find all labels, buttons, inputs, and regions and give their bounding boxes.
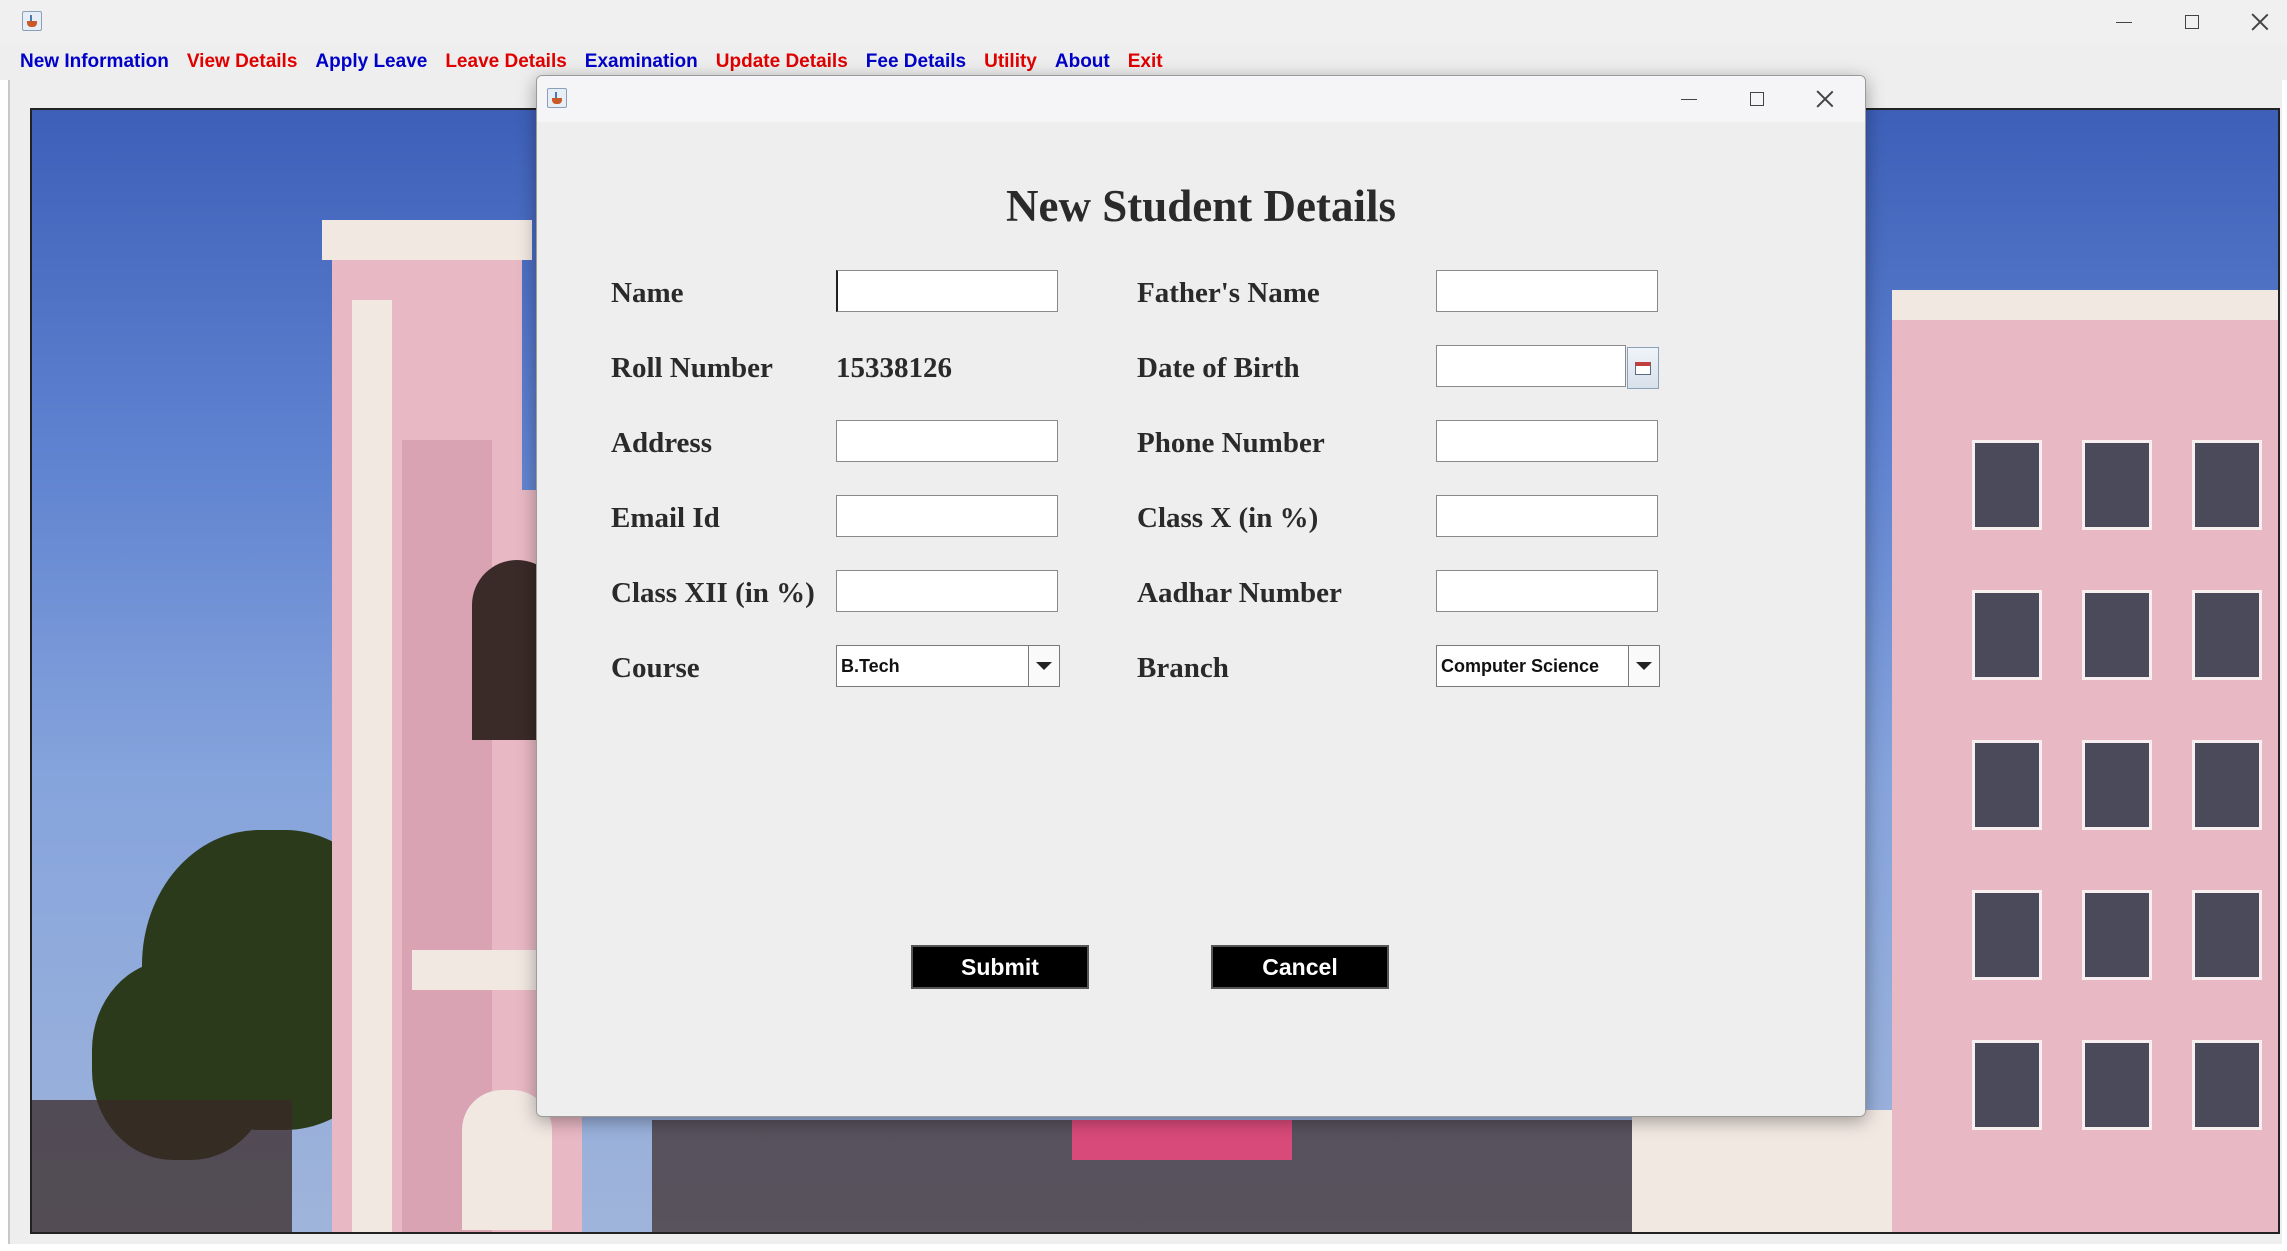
dialog-close-button[interactable] [1791,76,1859,122]
course-selected-value: B.Tech [841,656,900,676]
submit-button[interactable]: Submit [911,945,1089,989]
minimize-button[interactable] [2090,0,2158,44]
branch-dropdown-arrow[interactable] [1628,646,1659,686]
form-title: New Student Details [1006,181,1396,231]
name-label: Name [611,277,684,309]
aadhar-number-label: Aadhar Number [1137,577,1342,609]
maximize-button[interactable] [2158,0,2226,44]
branch-dropdown[interactable]: Computer Science [1436,645,1660,687]
calendar-button[interactable] [1627,347,1659,389]
close-icon [2251,13,2269,31]
chevron-down-icon [1036,662,1052,670]
dialog-body: New Student Details Name Father's Name R… [537,122,1865,1116]
address-field[interactable] [836,420,1058,462]
menu-apply-leave[interactable]: Apply Leave [315,51,427,73]
maximize-icon [2185,15,2199,29]
branch-selected-value: Computer Science [1441,656,1600,676]
name-field[interactable] [836,270,1058,312]
chevron-down-icon [1636,662,1652,670]
calendar-icon [1635,361,1651,375]
menu-new-information[interactable]: New Information [20,51,169,73]
java-app-icon [22,11,42,31]
maximize-icon [1750,92,1764,106]
dialog-titlebar [537,76,1865,122]
class-xii-label: Class XII (in %) [611,577,815,609]
close-button[interactable] [2226,0,2287,44]
menu-about[interactable]: About [1055,51,1110,73]
class-x-field[interactable] [1436,495,1658,537]
fathers-name-label: Father's Name [1137,277,1320,309]
fathers-name-field[interactable] [1436,270,1658,312]
new-student-dialog: New Student Details Name Father's Name R… [536,75,1866,1117]
roll-number-label: Roll Number [611,352,773,384]
phone-number-field[interactable] [1436,420,1658,462]
date-of-birth-field[interactable] [1436,345,1626,387]
branch-label: Branch [1137,652,1229,684]
minimize-icon [1681,98,1697,100]
minimize-icon [2116,21,2132,23]
aadhar-number-field[interactable] [1436,570,1658,612]
course-dropdown-arrow[interactable] [1028,646,1059,686]
address-label: Address [611,427,712,459]
main-window-titlebar [0,0,2287,45]
email-id-label: Email Id [611,502,720,534]
menu-view-details[interactable]: View Details [187,51,298,73]
class-xii-field[interactable] [836,570,1058,612]
dialog-maximize-button[interactable] [1723,76,1791,122]
menu-update-details[interactable]: Update Details [716,51,848,73]
date-of-birth-label: Date of Birth [1137,352,1300,384]
course-dropdown[interactable]: B.Tech [836,645,1060,687]
close-icon [1816,90,1834,108]
roll-number-value: 15338126 [836,352,952,384]
java-app-icon [547,88,567,108]
class-x-label: Class X (in %) [1137,502,1319,534]
phone-number-label: Phone Number [1137,427,1325,459]
menu-exit[interactable]: Exit [1128,51,1163,73]
menu-leave-details[interactable]: Leave Details [445,51,566,73]
menu-utility[interactable]: Utility [984,51,1037,73]
menu-fee-details[interactable]: Fee Details [866,51,966,73]
dialog-minimize-button[interactable] [1655,76,1723,122]
menu-examination[interactable]: Examination [585,51,698,73]
course-label: Course [611,652,700,684]
cancel-button[interactable]: Cancel [1211,945,1389,989]
email-id-field[interactable] [836,495,1058,537]
